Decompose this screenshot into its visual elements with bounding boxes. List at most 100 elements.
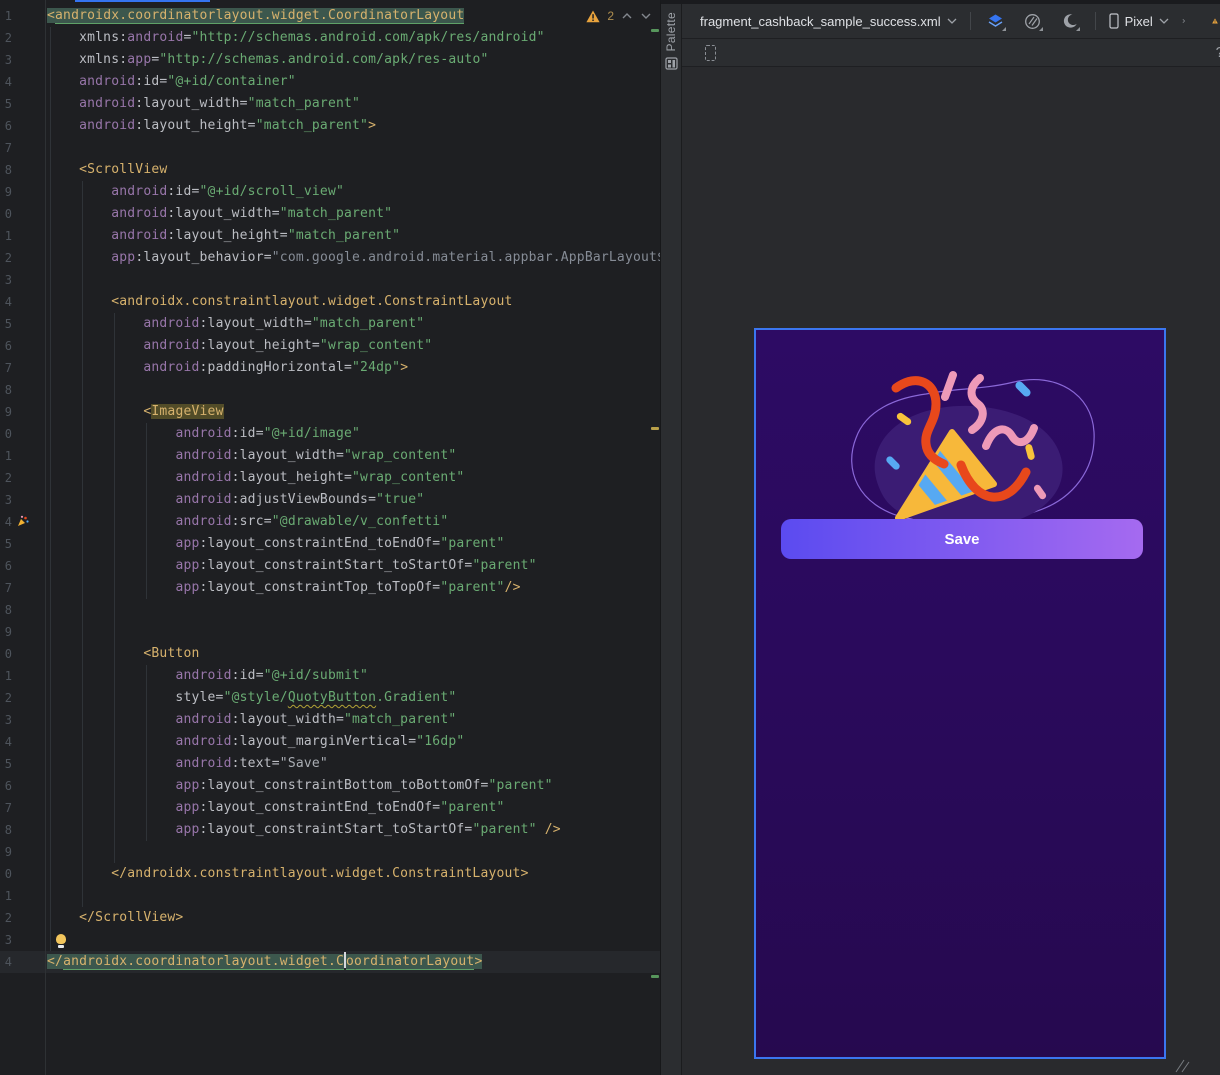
code-line[interactable]: 9 <ImageView	[0, 401, 660, 423]
code-text[interactable]: android:layout_width="wrap_content"	[47, 445, 456, 467]
code-line[interactable]: 6 app:layout_constraintBottom_toBottomOf…	[0, 775, 660, 797]
code-text[interactable]: android:id="@+id/container"	[47, 71, 296, 93]
code-line[interactable]: 6 android:layout_height="wrap_content"	[0, 335, 660, 357]
code-text[interactable]: android:layout_width="match_parent"	[47, 93, 360, 115]
drawable-preview-icon[interactable]	[12, 511, 45, 533]
code-line[interactable]: 3 android:adjustViewBounds="true"	[0, 489, 660, 511]
code-text[interactable]: android:layout_marginVertical="16dp"	[47, 731, 464, 753]
night-mode-button[interactable]	[1058, 9, 1082, 33]
code-text[interactable]: android:layout_height="match_parent">	[47, 115, 376, 137]
code-text[interactable]: </androidx.coordinatorlayout.widget.Coor…	[47, 951, 482, 973]
code-line[interactable]: 0 android:layout_width="match_parent"	[0, 203, 660, 225]
code-text[interactable]: <ImageView	[47, 401, 224, 423]
code-line[interactable]: 3	[0, 929, 660, 951]
prev-problem-button[interactable]	[621, 12, 633, 20]
code-line[interactable]: 7	[0, 137, 660, 159]
code-text[interactable]: android:layout_width="match_parent"	[47, 203, 392, 225]
code-text[interactable]: app:layout_constraintStart_toStartOf="pa…	[47, 555, 537, 577]
code-line[interactable]: 8	[0, 599, 660, 621]
code-lines[interactable]: 1<androidx.coordinatorlayout.widget.Coor…	[0, 5, 660, 973]
code-text[interactable]: android:layout_height="match_parent"	[47, 225, 400, 247]
code-text[interactable]	[47, 929, 74, 951]
code-line[interactable]: 7 app:layout_constraintTop_toTopOf="pare…	[0, 577, 660, 599]
code-line[interactable]: 6 app:layout_constraintStart_toStartOf="…	[0, 555, 660, 577]
code-line[interactable]: 2 android:layout_height="wrap_content"	[0, 467, 660, 489]
layout-file-dropdown[interactable]: fragment_cashback_sample_success.xml	[700, 14, 957, 29]
inspections-widget[interactable]: 2	[586, 9, 652, 23]
code-text[interactable]: <Button	[47, 643, 200, 665]
code-line[interactable]: 0 android:id="@+id/image"	[0, 423, 660, 445]
code-line[interactable]: 1 android:layout_width="wrap_content"	[0, 445, 660, 467]
code-line[interactable]: 3 xmlns:app="http://schemas.android.com/…	[0, 49, 660, 71]
code-line[interactable]: 2 app:layout_behavior="com.google.androi…	[0, 247, 660, 269]
code-text[interactable]: android:paddingHorizontal="24dp">	[47, 357, 408, 379]
code-line[interactable]: 0 </androidx.constraintlayout.widget.Con…	[0, 863, 660, 885]
code-line[interactable]: 9 android:id="@+id/scroll_view"	[0, 181, 660, 203]
code-text[interactable]: app:layout_constraintEnd_toEndOf="parent…	[47, 533, 505, 555]
code-line[interactable]: 5 android:layout_width="match_parent"	[0, 313, 660, 335]
phone-preview[interactable]: Save	[754, 328, 1166, 1059]
code-text[interactable]: android:src="@drawable/v_confetti"	[47, 511, 448, 533]
code-line[interactable]: 7 app:layout_constraintEnd_toEndOf="pare…	[0, 797, 660, 819]
code-line[interactable]: 4 android:layout_marginVertical="16dp"	[0, 731, 660, 753]
code-text[interactable]: </ScrollView>	[47, 907, 183, 929]
code-line[interactable]: 3	[0, 269, 660, 291]
code-line[interactable]: 2 style="@style/QuotyButton.Gradient"	[0, 687, 660, 709]
code-text[interactable]: android:layout_height="wrap_content"	[47, 335, 432, 357]
code-line[interactable]: 9	[0, 621, 660, 643]
code-line[interactable]: 1	[0, 885, 660, 907]
render-warning-icon[interactable]	[1212, 14, 1218, 28]
code-line[interactable]: 9	[0, 841, 660, 863]
code-text[interactable]: xmlns:app="http://schemas.android.com/ap…	[47, 49, 489, 71]
code-line[interactable]: 0 <Button	[0, 643, 660, 665]
code-text[interactable]: android:id="@+id/submit"	[47, 665, 368, 687]
device-frame-toggle[interactable]	[700, 41, 718, 65]
code-line[interactable]: 5 android:text="Save"	[0, 753, 660, 775]
code-text[interactable]: style="@style/QuotyButton.Gradient"	[47, 687, 456, 709]
code-text[interactable]: <ScrollView	[47, 159, 167, 181]
code-text[interactable]: android:layout_width="match_parent"	[47, 709, 456, 731]
next-problem-button[interactable]	[640, 12, 652, 20]
design-mode-button[interactable]	[984, 9, 1008, 33]
code-line[interactable]: 7 android:paddingHorizontal="24dp">	[0, 357, 660, 379]
code-text[interactable]: app:layout_behavior="com.google.android.…	[47, 247, 660, 269]
code-text[interactable]: app:layout_constraintStart_toStartOf="pa…	[47, 819, 561, 841]
code-line[interactable]: 1 android:id="@+id/submit"	[0, 665, 660, 687]
toolbar-overflow-chevron[interactable]	[1182, 15, 1185, 27]
help-button[interactable]: ?	[1216, 44, 1220, 61]
code-line[interactable]: 4 android:src="@drawable/v_confetti"	[0, 511, 660, 533]
code-line[interactable]: 8 app:layout_constraintStart_toStartOf="…	[0, 819, 660, 841]
resize-handle[interactable]	[1172, 1059, 1190, 1073]
code-line[interactable]: 8 <ScrollView	[0, 159, 660, 181]
code-text[interactable]: app:layout_constraintEnd_toEndOf="parent…	[47, 797, 505, 819]
code-line[interactable]: 5 app:layout_constraintEnd_toEndOf="pare…	[0, 533, 660, 555]
code-text[interactable]: </androidx.constraintlayout.widget.Const…	[47, 863, 529, 885]
orientation-button[interactable]	[1021, 9, 1045, 33]
code-line[interactable]: 2 xmlns:android="http://schemas.android.…	[0, 27, 660, 49]
preview-save-button[interactable]: Save	[781, 519, 1143, 559]
code-text[interactable]: app:layout_constraintTop_toTopOf="parent…	[47, 577, 521, 599]
code-text[interactable]: android:layout_height="wrap_content"	[47, 467, 464, 489]
code-text[interactable]: android:text="Save"	[47, 753, 328, 775]
code-text[interactable]: app:layout_constraintBottom_toBottomOf="…	[47, 775, 553, 797]
code-text[interactable]: android:adjustViewBounds="true"	[47, 489, 424, 511]
code-line[interactable]: 1<androidx.coordinatorlayout.widget.Coor…	[0, 5, 660, 27]
code-line[interactable]: 4</androidx.coordinatorlayout.widget.Coo…	[0, 951, 660, 973]
scrollbar-mark-green[interactable]	[651, 975, 659, 978]
code-text[interactable]: xmlns:android="http://schemas.android.co…	[47, 27, 545, 49]
code-line[interactable]: 4 <androidx.constraintlayout.widget.Cons…	[0, 291, 660, 313]
code-line[interactable]: 1 android:layout_height="match_parent"	[0, 225, 660, 247]
design-surface[interactable]: Save	[682, 67, 1220, 1075]
lightbulb-icon[interactable]	[56, 934, 66, 944]
code-line[interactable]: 3 android:layout_width="match_parent"	[0, 709, 660, 731]
code-line[interactable]: 2 </ScrollView>	[0, 907, 660, 929]
scrollbar-mark-yellow[interactable]	[651, 427, 659, 430]
code-text[interactable]: android:id="@+id/scroll_view"	[47, 181, 344, 203]
code-text[interactable]: <androidx.constraintlayout.widget.Constr…	[47, 291, 513, 313]
code-line[interactable]: 4 android:id="@+id/container"	[0, 71, 660, 93]
scrollbar-mark-green[interactable]	[651, 29, 659, 32]
code-line[interactable]: 5 android:layout_width="match_parent"	[0, 93, 660, 115]
code-text[interactable]: android:id="@+id/image"	[47, 423, 360, 445]
palette-tool-button[interactable]: Palette	[664, 12, 678, 70]
xml-editor[interactable]: 1<androidx.coordinatorlayout.widget.Coor…	[0, 0, 660, 1075]
